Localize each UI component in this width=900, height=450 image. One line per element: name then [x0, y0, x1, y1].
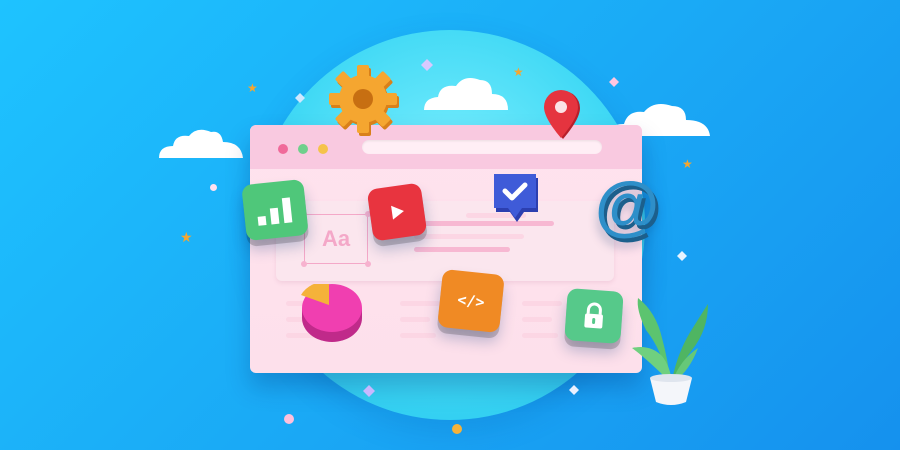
potted-plant-icon	[632, 298, 708, 405]
font-sample-box: Aa	[304, 214, 368, 264]
web-development-illustration: Aa @ </> ★ ★ ★ ★	[0, 0, 900, 450]
star-icon: ★	[247, 81, 258, 95]
text-line	[522, 317, 552, 322]
text-line	[522, 301, 562, 306]
play-icon	[366, 182, 428, 242]
dot-shape	[452, 424, 462, 434]
text-line	[522, 333, 558, 338]
gem-shape	[677, 251, 687, 261]
gem-shape	[569, 385, 579, 395]
minimize-dot	[298, 144, 308, 154]
bar-chart-icon	[241, 178, 309, 242]
star-icon: ★	[682, 157, 693, 171]
at-sign-glyph: @	[594, 168, 660, 242]
location-pin-icon	[544, 90, 580, 139]
close-dot	[278, 144, 288, 154]
text-line	[414, 234, 524, 239]
address-bar	[362, 140, 602, 154]
text-line	[400, 301, 440, 306]
at-sign-icon: @	[592, 170, 662, 240]
gem-shape	[295, 93, 305, 103]
code-icon: </>	[437, 268, 505, 334]
code-icon-text: </>	[456, 290, 486, 312]
gem-shape	[609, 77, 619, 87]
hero-card: Aa	[276, 201, 614, 281]
dot-shape	[210, 184, 217, 191]
text-line	[414, 247, 510, 252]
star-icon: ★	[180, 229, 193, 245]
maximize-dot	[318, 144, 328, 154]
cloud-icon	[424, 78, 508, 110]
dot-shape	[284, 414, 294, 424]
selection-handle	[301, 261, 307, 267]
gear-icon	[329, 65, 399, 136]
padlock-icon	[564, 288, 624, 344]
gem-shape	[363, 385, 375, 397]
text-line	[400, 317, 430, 322]
text-line	[400, 333, 436, 338]
pie-chart-icon	[301, 284, 362, 342]
font-sample-text: Aa	[321, 226, 351, 251]
gem-shape	[421, 59, 433, 71]
selection-handle	[365, 261, 371, 267]
star-icon: ★	[513, 65, 524, 79]
checkmark-badge-icon	[488, 168, 542, 224]
cloud-icon	[159, 129, 243, 158]
